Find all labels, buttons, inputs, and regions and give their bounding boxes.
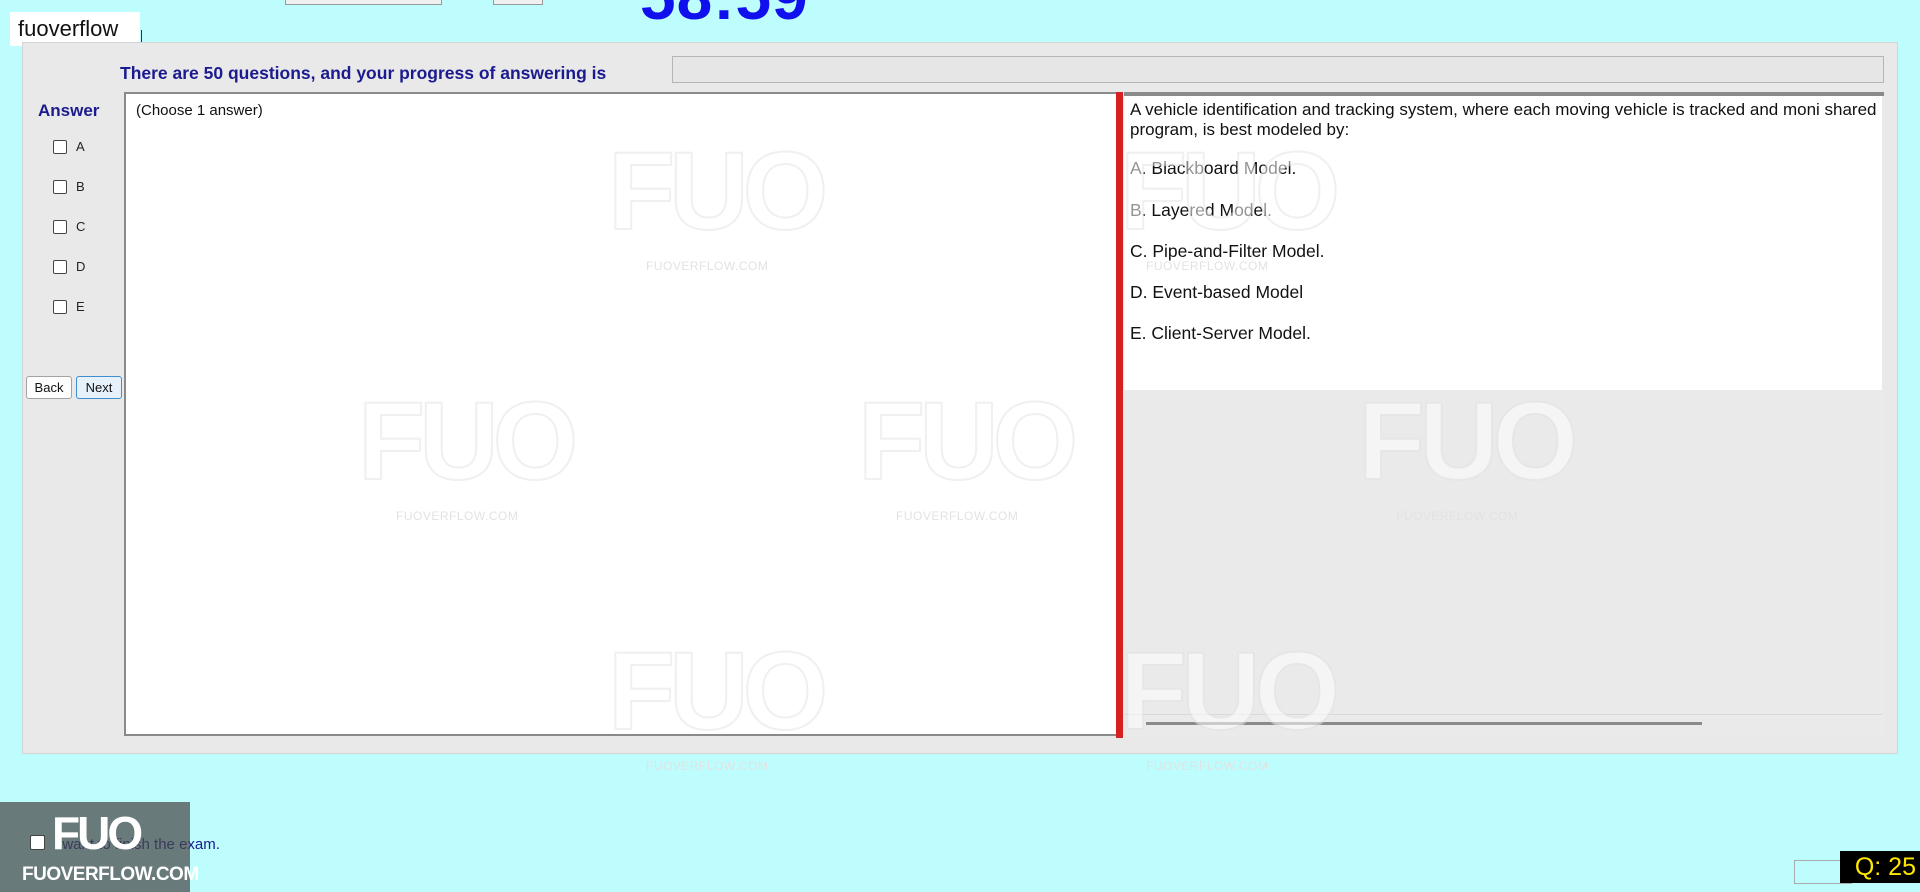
answer-option-b[interactable]: B: [53, 179, 85, 194]
answer-option-d[interactable]: D: [53, 259, 85, 274]
brand-site: FUOVERFLOW.COM: [22, 864, 199, 885]
answer-notes-pane: (Choose 1 answer): [124, 92, 1118, 736]
answer-option-a[interactable]: A: [53, 139, 85, 154]
question-choice-a: A. Blackboard Model.: [1130, 158, 1297, 178]
answer-title: Answer: [38, 101, 100, 120]
question-choice-c: C. Pipe-and-Filter Model.: [1130, 241, 1325, 261]
answer-checkbox-a[interactable]: [53, 139, 67, 154]
question-text: A vehicle identification and tracking sy…: [1130, 100, 1877, 139]
watermark-site: FUOVERFLOW.COM: [1146, 759, 1269, 773]
question-choice-b: B. Layered Model.: [1130, 200, 1273, 220]
answer-checkbox-c[interactable]: [53, 219, 67, 234]
progress-bar: [672, 56, 1884, 83]
answer-option-label: E: [76, 299, 85, 314]
answer-checkbox-b[interactable]: [53, 179, 67, 194]
brand-logo: FUO: [52, 807, 143, 859]
countdown-timer: 58:59: [640, 0, 809, 34]
answer-checkbox-e[interactable]: [53, 299, 67, 314]
top-small-box[interactable]: [493, 0, 543, 5]
watermark-site: FUOVERFLOW.COM: [646, 759, 769, 773]
answer-option-label: B: [76, 179, 85, 194]
question-counter: Q: 25: [1840, 851, 1920, 883]
answer-option-e[interactable]: E: [53, 299, 85, 314]
answer-option-label: C: [76, 219, 86, 234]
pane-splitter[interactable]: [1116, 92, 1123, 738]
question-choice-e: E. Client-Server Model.: [1130, 323, 1311, 343]
answer-checkbox-d[interactable]: [53, 259, 67, 274]
progress-label: There are 50 questions, and your progres…: [120, 63, 607, 83]
question-choice-d: D. Event-based Model: [1130, 282, 1304, 302]
horizontal-scrollbar[interactable]: [1146, 722, 1702, 725]
choose-instruction: (Choose 1 answer): [136, 102, 263, 119]
question-content: A vehicle identification and tracking sy…: [1124, 96, 1882, 390]
answer-option-c[interactable]: C: [53, 219, 85, 234]
finish-exam-checkbox[interactable]: [30, 835, 45, 850]
top-dropdown[interactable]: [285, 0, 442, 5]
back-button[interactable]: Back: [26, 376, 72, 399]
next-button[interactable]: Next: [76, 376, 122, 399]
question-pane: A vehicle identification and tracking sy…: [1124, 92, 1884, 736]
site-tag: fuoverflow: [10, 12, 140, 46]
answer-option-label: A: [76, 139, 85, 154]
answer-option-label: D: [76, 259, 86, 274]
